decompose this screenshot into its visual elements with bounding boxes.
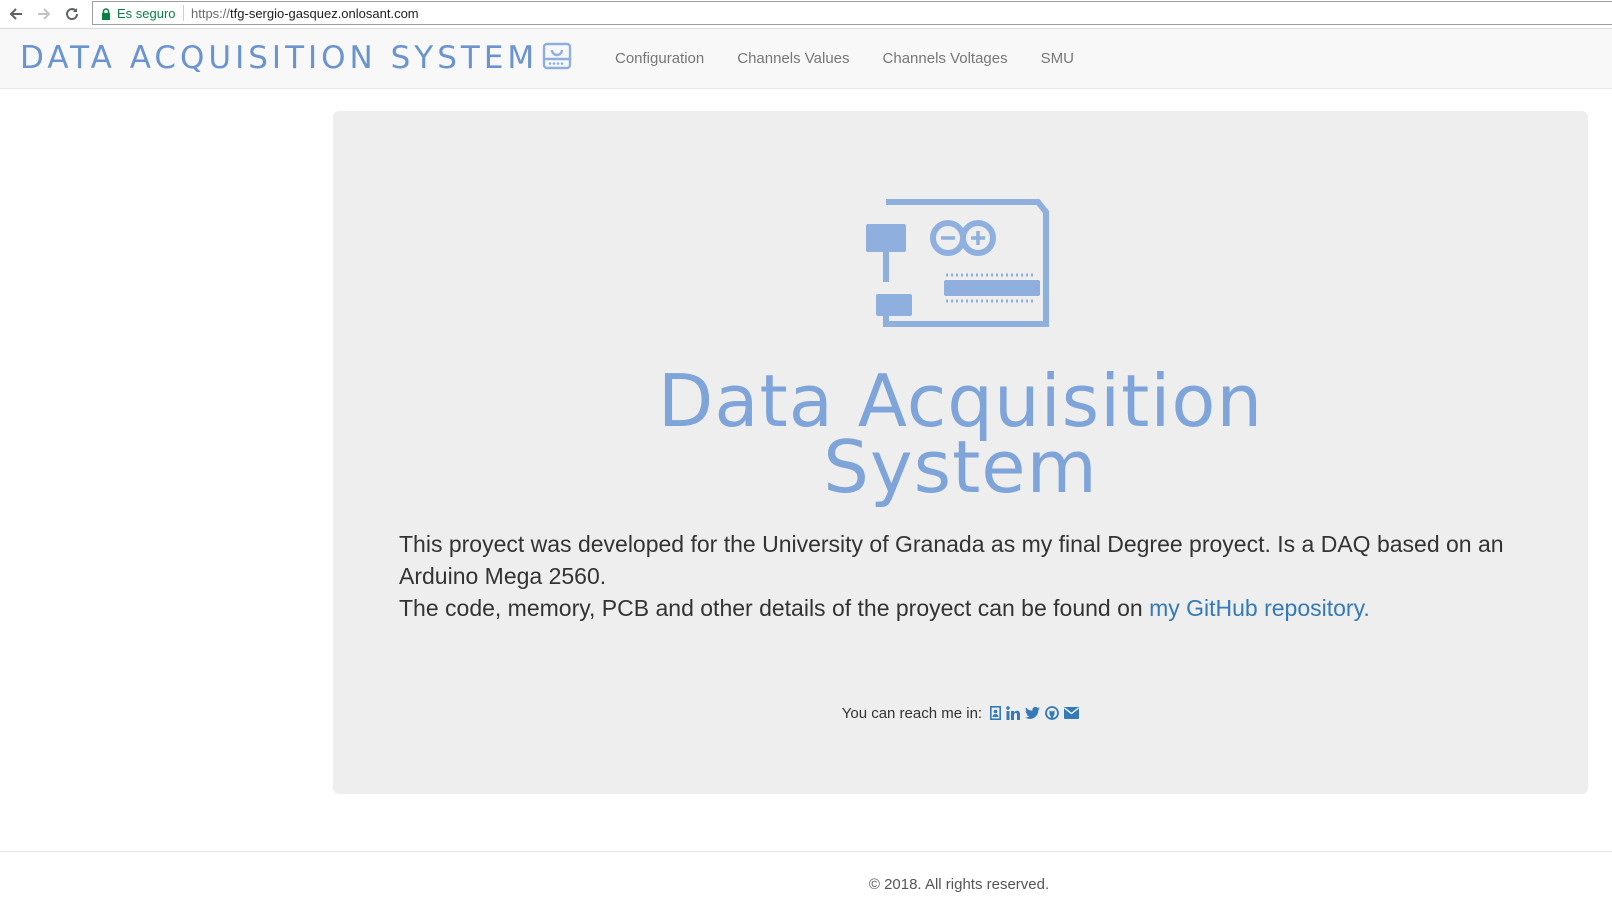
- description-paragraph-2: The code, memory, PCB and other details …: [399, 592, 1529, 624]
- envelope-icon[interactable]: [1064, 707, 1080, 719]
- linkedin-icon[interactable]: [1006, 706, 1021, 720]
- arduino-board-icon: [866, 196, 1050, 337]
- lock-icon: [101, 7, 111, 25]
- contact-card-icon[interactable]: [990, 706, 1002, 720]
- url-scheme: https://: [191, 6, 231, 21]
- reload-icon[interactable]: [62, 4, 82, 24]
- hero-title-line2: System: [823, 425, 1098, 509]
- contact-row: You can reach me in:: [333, 705, 1588, 722]
- footer-divider: [0, 851, 1612, 852]
- reach-label: You can reach me in:: [841, 705, 983, 722]
- brand-link[interactable]: DATA ACQUISITION SYSTEM: [20, 41, 572, 75]
- address-bar[interactable]: Es seguro https://tfg-sergio-gasquez.onl…: [92, 1, 1612, 25]
- hero-panel: Data Acquisition System This proyect was…: [333, 111, 1588, 794]
- url-separator: [183, 5, 184, 21]
- browser-toolbar: Es seguro https://tfg-sergio-gasquez.onl…: [0, 0, 1612, 29]
- nav-configuration[interactable]: Configuration: [615, 50, 704, 67]
- url-host: tfg-sergio-gasquez.onlosant.com: [230, 6, 419, 21]
- hero-title: Data Acquisition System: [333, 365, 1588, 509]
- nav-channels-values[interactable]: Channels Values: [737, 50, 849, 67]
- url-text: https://tfg-sergio-gasquez.onlosant.com: [191, 6, 419, 21]
- social-links: [990, 706, 1080, 720]
- nav-menu: Configuration Channels Values Channels V…: [615, 29, 1107, 88]
- nav-smu[interactable]: SMU: [1041, 50, 1074, 67]
- github-repo-link[interactable]: my GitHub repository.: [1149, 595, 1370, 621]
- forward-arrow-icon[interactable]: [34, 4, 54, 24]
- back-arrow-icon[interactable]: [6, 4, 26, 24]
- github-icon[interactable]: [1045, 706, 1060, 720]
- description-text: The code, memory, PCB and other details …: [399, 595, 1150, 621]
- description-paragraph-1: This proyect was developed for the Unive…: [399, 531, 1504, 589]
- nav-channels-voltages[interactable]: Channels Voltages: [883, 50, 1008, 67]
- secure-label: Es seguro: [117, 6, 176, 21]
- hard-drive-icon: [542, 42, 572, 75]
- site-navbar: DATA ACQUISITION SYSTEM Configuration Ch…: [0, 29, 1612, 89]
- footer-copyright: © 2018. All rights reserved.: [868, 876, 1050, 893]
- brand-title: DATA ACQUISITION SYSTEM: [20, 40, 539, 76]
- project-description: This proyect was developed for the Unive…: [399, 528, 1529, 624]
- twitter-icon[interactable]: [1025, 706, 1041, 720]
